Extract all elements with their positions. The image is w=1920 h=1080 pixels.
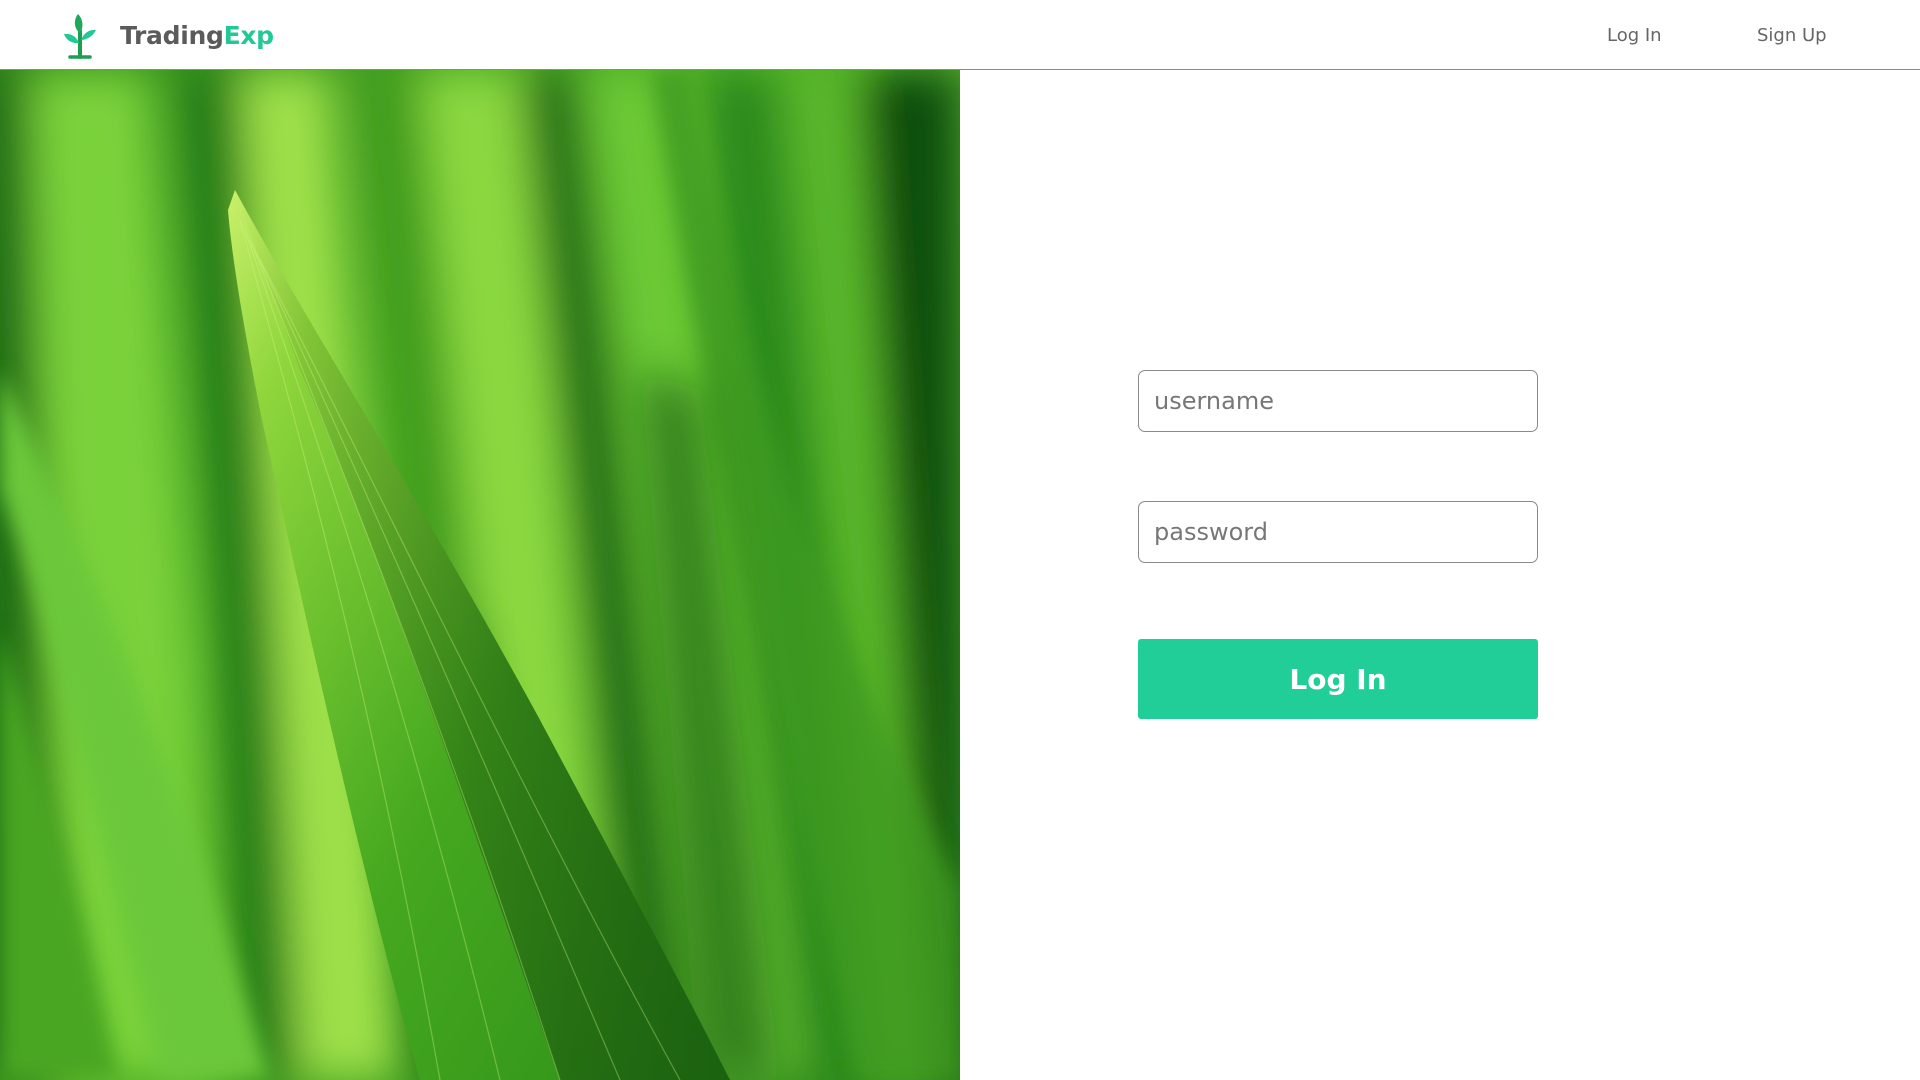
nav-login-link[interactable]: Log In: [1607, 24, 1662, 48]
grass-illustration: [0, 70, 960, 1080]
brand-name-accent: Exp: [223, 21, 275, 50]
username-input[interactable]: [1138, 370, 1538, 432]
password-input[interactable]: [1138, 501, 1538, 563]
nav-signup-link[interactable]: Sign Up: [1757, 24, 1827, 48]
sprout-icon[interactable]: [62, 13, 98, 59]
hero-grass-image: [0, 70, 960, 1080]
login-submit-button[interactable]: Log In: [1138, 639, 1538, 719]
top-navbar: TradingExp Log In Sign Up: [0, 0, 1920, 70]
brand-name-primary: Trading: [120, 21, 224, 50]
brand-name[interactable]: TradingExp: [120, 21, 274, 51]
